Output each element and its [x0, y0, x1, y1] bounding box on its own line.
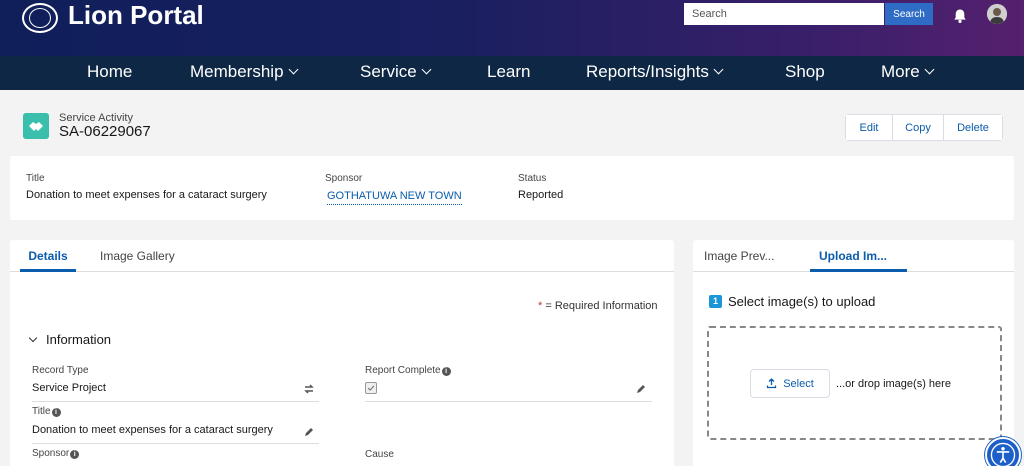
chevron-down-icon	[28, 333, 38, 343]
info-icon[interactable]: i	[70, 450, 80, 459]
required-note-text: = Required Information	[545, 300, 658, 312]
nav-item-learn[interactable]: Learn	[487, 56, 530, 90]
accessibility-icon[interactable]	[985, 437, 1021, 466]
report-complete-label: Report Complete i	[365, 365, 451, 376]
hl-status-value: Reported	[518, 189, 564, 201]
field-divider	[365, 401, 652, 402]
highlights-panel: Title Donation to meet expenses for a ca…	[10, 156, 1014, 220]
title-field-value: Donation to meet expenses for a cataract…	[32, 424, 273, 436]
details-card: Details Image Gallery * = Required Infor…	[10, 240, 674, 466]
copy-button[interactable]: Copy	[892, 115, 943, 140]
tab-details[interactable]: Details	[20, 240, 76, 272]
change-record-type-icon[interactable]	[303, 383, 315, 395]
field-divider	[32, 443, 319, 444]
nav-item-reports-insights[interactable]: Reports/Insights	[586, 56, 724, 90]
chevron-down-icon	[288, 64, 298, 75]
title-field-label: Title i	[32, 406, 61, 417]
record-name: SA-06229067	[59, 123, 151, 140]
nav-label: Shop	[785, 62, 825, 81]
nav-item-membership[interactable]: Membership	[190, 56, 298, 90]
upload-card: Image Prev... Upload Im... 1 Select imag…	[693, 240, 1014, 466]
nav-label: Home	[87, 62, 133, 81]
select-button-label: Select	[783, 377, 814, 390]
nav-item-home[interactable]: Home	[87, 56, 132, 90]
portal-brand[interactable]: Lion Portal	[68, 0, 204, 30]
upload-step-title: Select image(s) to upload	[728, 294, 876, 309]
nav-item-more[interactable]: More	[881, 56, 935, 90]
tab-upload-images[interactable]: Upload Im...	[810, 240, 907, 272]
hl-title-label: Title	[26, 173, 45, 184]
sponsor-field-label: Sponsor i	[32, 448, 80, 459]
lions-logo-icon[interactable]	[22, 3, 58, 33]
nav-label: Learn	[487, 62, 531, 81]
hl-status-label: Status	[518, 173, 547, 184]
report-complete-text: Report Complete	[365, 365, 441, 376]
main-navigation: Home Membership Service Learn Reports/In…	[0, 56, 1024, 90]
hl-sponsor-label: Sponsor	[325, 173, 363, 184]
select-images-button[interactable]: Select	[750, 369, 830, 398]
user-avatar[interactable]	[987, 4, 1007, 24]
drop-zone-hint: ...or drop image(s) here	[836, 378, 951, 390]
tab-image-preview[interactable]: Image Prev...	[704, 240, 774, 272]
record-type-label: Record Type	[32, 365, 89, 376]
report-complete-checkbox[interactable]	[365, 382, 377, 394]
chevron-down-icon	[924, 64, 935, 75]
tab-image-gallery[interactable]: Image Gallery	[100, 240, 175, 272]
upload-tabs: Image Prev... Upload Im...	[693, 240, 1014, 272]
nav-label: Reports/Insights	[586, 62, 709, 81]
step-number-badge: 1	[709, 295, 722, 308]
upload-icon	[767, 378, 777, 389]
handshake-icon	[23, 113, 49, 139]
edit-button[interactable]: Edit	[846, 115, 892, 140]
record-type-value: Service Project	[32, 382, 106, 394]
nav-label: More	[881, 62, 920, 81]
cause-field-label: Cause	[365, 449, 394, 460]
hl-title-value: Donation to meet expenses for a cataract…	[26, 189, 267, 201]
pencil-edit-icon[interactable]	[635, 383, 647, 395]
nav-label: Service	[360, 62, 417, 81]
title-label-text: Title	[32, 406, 51, 417]
notification-bell-icon[interactable]	[952, 8, 968, 24]
sponsor-link[interactable]: GOTHATUWA NEW TOWN	[327, 190, 462, 205]
info-icon[interactable]: i	[51, 408, 61, 417]
chevron-down-icon	[421, 64, 432, 75]
chevron-down-icon	[713, 64, 724, 75]
field-divider	[32, 401, 319, 402]
nav-item-shop[interactable]: Shop	[785, 56, 825, 90]
search-input[interactable]	[684, 3, 884, 25]
image-drop-zone[interactable]: Select ...or drop image(s) here	[707, 326, 1002, 440]
nav-label: Membership	[190, 62, 284, 81]
top-header: Lion Portal Search	[0, 0, 1024, 56]
pencil-edit-icon[interactable]	[303, 426, 315, 438]
details-tabs: Details Image Gallery	[10, 240, 674, 272]
record-action-buttons: Edit Copy Delete	[845, 114, 1003, 141]
sponsor-label-text: Sponsor	[32, 448, 70, 459]
info-icon[interactable]: i	[441, 367, 451, 376]
search-button[interactable]: Search	[885, 3, 933, 25]
required-info-note: * = Required Information	[538, 300, 658, 312]
delete-button[interactable]: Delete	[943, 115, 1002, 140]
nav-item-service[interactable]: Service	[360, 56, 432, 90]
section-title: Information	[46, 332, 112, 347]
information-section-header[interactable]: Information	[28, 332, 112, 347]
